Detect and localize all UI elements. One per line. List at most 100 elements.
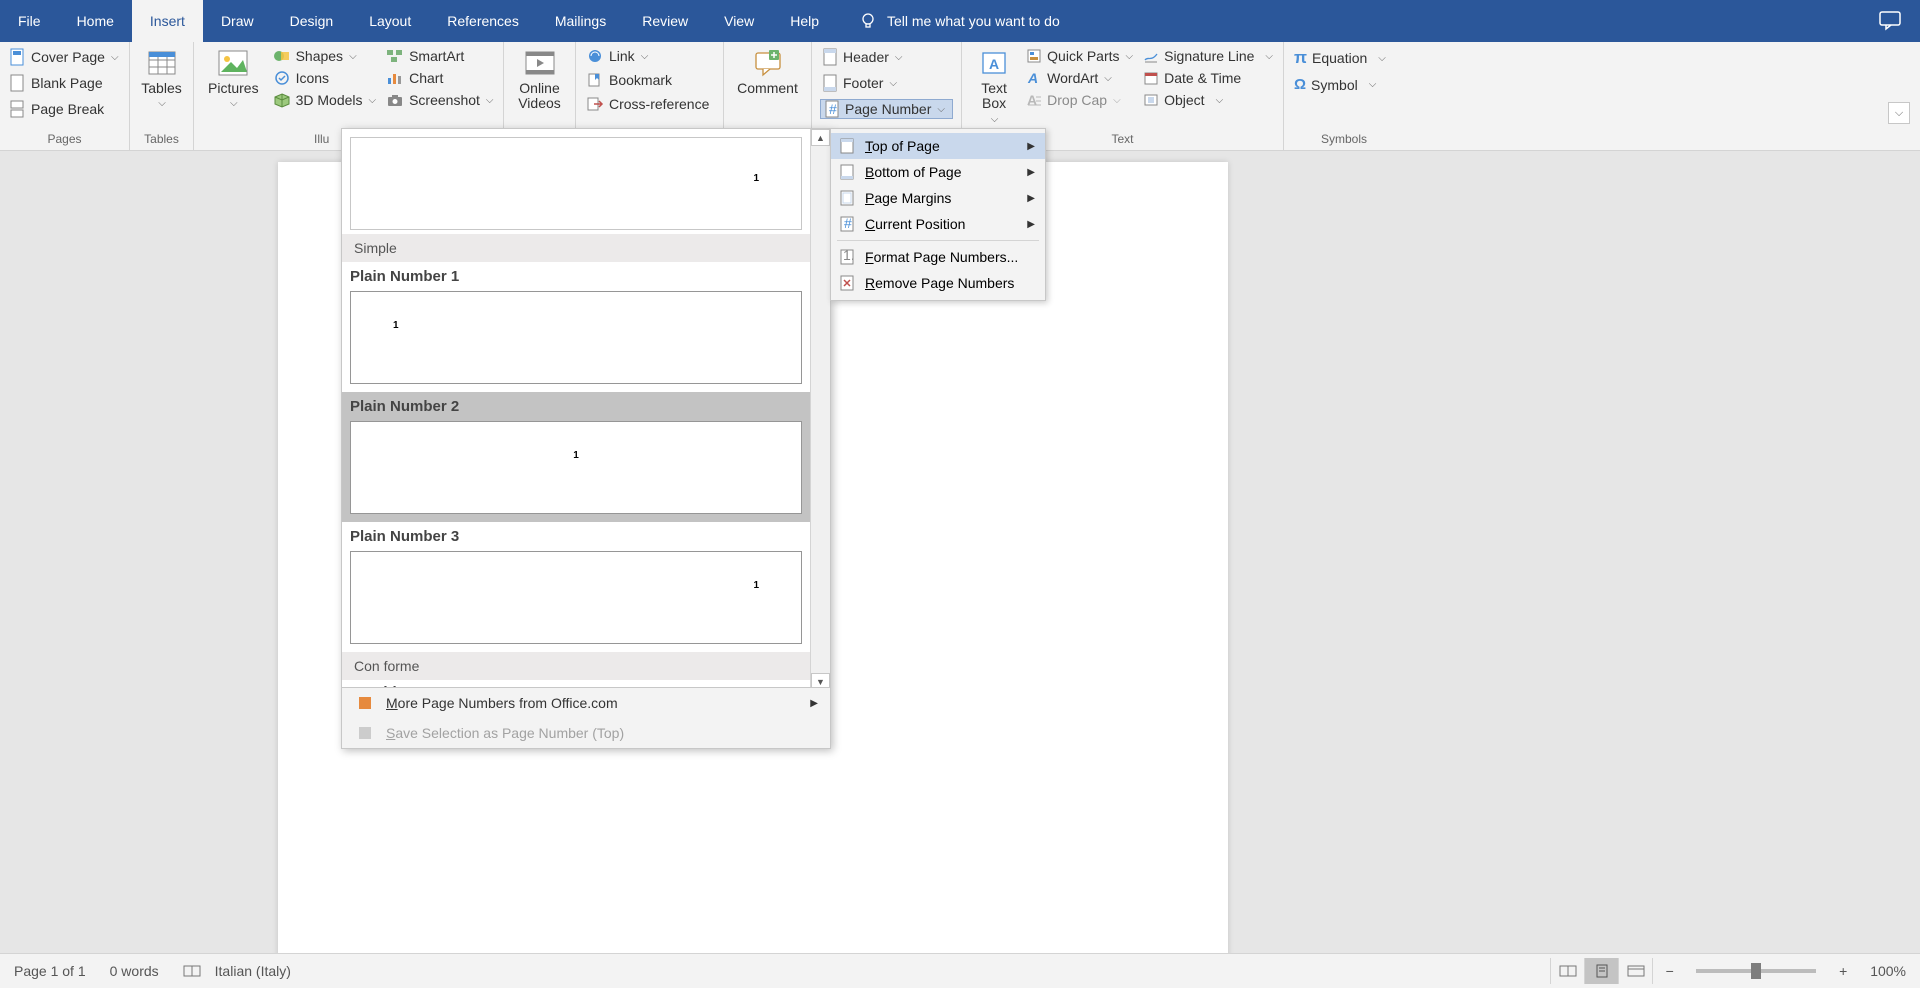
wordart-button[interactable]: AWordArt⌵ [1024, 69, 1135, 87]
pi-icon: π [1294, 48, 1307, 68]
tab-review[interactable]: Review [624, 0, 706, 42]
online-videos-button[interactable]: Online Videos [512, 47, 567, 112]
chevron-down-icon: ⌵ [895, 52, 903, 63]
camera-icon [386, 92, 404, 108]
gallery-item-plain-2[interactable]: Plain Number 2 1 [342, 392, 810, 522]
tab-help[interactable]: Help [772, 0, 837, 42]
group-pages: Cover Page⌵ Blank Page Page Break Pages [0, 42, 130, 151]
comment-button[interactable]: Comment [731, 47, 804, 96]
comments-icon[interactable] [1878, 9, 1902, 31]
pictures-button[interactable]: Pictures⌵ [202, 47, 265, 109]
tab-layout[interactable]: Layout [351, 0, 429, 42]
page-number-button[interactable]: #Page Number⌵ [820, 99, 953, 119]
gallery-item-plain-3[interactable]: Plain Number 3 1 [342, 522, 810, 652]
cross-reference-button[interactable]: Cross-reference [584, 95, 711, 113]
tab-design[interactable]: Design [272, 0, 352, 42]
icons-icon [273, 70, 291, 86]
chevron-down-icon: ⌵ [111, 52, 119, 63]
screenshot-label: Screenshot [409, 92, 480, 108]
bookmark-button[interactable]: Bookmark [584, 71, 711, 89]
zoom-slider[interactable] [1696, 969, 1816, 973]
status-words[interactable]: 0 words [110, 963, 159, 979]
tab-mailings[interactable]: Mailings [537, 0, 624, 42]
menu-format-label: Format Page Numbers... [865, 249, 1018, 265]
cube-icon [273, 92, 291, 108]
menu-format-page-numbers[interactable]: 1. Format Page Numbers... [831, 244, 1045, 270]
menu-remove-label: Remove Page Numbers [865, 275, 1014, 291]
tab-file[interactable]: File [0, 0, 59, 42]
page-number-icon: # [824, 100, 840, 118]
page-break-icon [10, 100, 26, 118]
cover-page-label: Cover Page [31, 49, 105, 65]
zoom-in-button[interactable]: + [1826, 958, 1860, 984]
wordart-label: WordArt [1047, 70, 1098, 86]
gallery-item-plain-1[interactable]: Plain Number 1 1 [342, 262, 810, 392]
cover-page-button[interactable]: Cover Page ⌵ [8, 47, 121, 67]
tell-me-search[interactable]: Tell me what you want to do [859, 12, 1060, 30]
object-button[interactable]: Object⌵ [1141, 91, 1275, 109]
tab-draw[interactable]: Draw [203, 0, 272, 42]
text-box-label: Text Box [976, 81, 1012, 112]
tab-home[interactable]: Home [59, 0, 132, 42]
gallery-item-cerchio[interactable]: Cerchio [342, 680, 810, 687]
gallery-more-from-office[interactable]: More Page Numbers from Office.com ▶ [342, 688, 830, 718]
shapes-button[interactable]: Shapes⌵ [271, 47, 379, 65]
equation-button[interactable]: πEquation⌵ [1292, 47, 1388, 69]
text-box-button[interactable]: A Text Box⌵ [970, 47, 1018, 125]
menu-current-position[interactable]: # Current Position ▶ [831, 211, 1045, 237]
gallery-scrollbar[interactable]: ▲ ▼ [810, 129, 830, 687]
page-break-button[interactable]: Page Break [8, 99, 121, 119]
scroll-down-button[interactable]: ▼ [811, 673, 830, 687]
symbol-button[interactable]: ΩSymbol⌵ [1292, 75, 1388, 94]
menu-bottom-of-page[interactable]: Bottom of Page ▶ [831, 159, 1045, 185]
link-button[interactable]: Link⌵ [584, 47, 711, 65]
gallery-preview: 1 [350, 421, 802, 514]
chevron-down-icon: ⌵ [991, 114, 999, 125]
gallery-more-label: More Page Numbers from Office.com [386, 695, 618, 711]
footer-button[interactable]: Footer⌵ [820, 73, 953, 93]
zoom-thumb[interactable] [1751, 963, 1761, 979]
menu-remove-page-numbers[interactable]: Remove Page Numbers [831, 270, 1045, 296]
icons-button[interactable]: Icons [271, 69, 379, 87]
chart-button[interactable]: Chart [384, 69, 495, 87]
chevron-down-icon: ⌵ [889, 78, 897, 89]
zoom-out-button[interactable]: − [1652, 958, 1686, 984]
screenshot-button[interactable]: Screenshot⌵ [384, 91, 495, 109]
smartart-button[interactable]: SmartArt [384, 47, 495, 65]
menu-page-margins[interactable]: Page Margins ▶ [831, 185, 1045, 211]
svg-text:#: # [829, 101, 837, 117]
book-icon[interactable] [183, 964, 201, 978]
gallery-preview-current[interactable]: 1 [350, 137, 802, 230]
drop-cap-button[interactable]: ADrop Cap⌵ [1024, 91, 1135, 109]
gallery-preview: 1 [350, 551, 802, 644]
tables-button[interactable]: Tables⌵ [135, 47, 187, 109]
ribbon-expand-button[interactable]: ⌵ [1888, 102, 1910, 124]
lightbulb-icon [859, 12, 877, 30]
view-read-mode[interactable] [1550, 958, 1584, 984]
scroll-up-button[interactable]: ▲ [811, 129, 830, 146]
tab-insert[interactable]: Insert [132, 0, 203, 42]
blank-page-icon [10, 74, 26, 92]
view-web-layout[interactable] [1618, 958, 1652, 984]
tab-view[interactable]: View [706, 0, 772, 42]
header-button[interactable]: Header⌵ [820, 47, 953, 67]
date-time-button[interactable]: Date & Time [1141, 69, 1275, 87]
quick-parts-button[interactable]: Quick Parts⌵ [1024, 47, 1135, 65]
blank-page-button[interactable]: Blank Page [8, 73, 121, 93]
3d-models-label: 3D Models [296, 92, 363, 108]
status-page[interactable]: Page 1 of 1 [14, 963, 86, 979]
page-break-label: Page Break [31, 101, 104, 117]
gallery-section-simple: Simple [342, 234, 810, 262]
3d-models-button[interactable]: 3D Models⌵ [271, 91, 379, 109]
tab-references[interactable]: References [429, 0, 537, 42]
menu-top-of-page[interactable]: Top of Page ▶ [831, 133, 1045, 159]
group-tables: Tables⌵ Tables [130, 42, 194, 151]
signature-line-button[interactable]: Signature Line⌵ [1141, 47, 1275, 65]
view-print-layout[interactable] [1584, 958, 1618, 984]
menu-top-label: Top of Page [865, 138, 940, 154]
chevron-down-icon: ⌵ [1369, 79, 1377, 90]
chevron-right-icon: ▶ [1027, 219, 1035, 230]
zoom-level[interactable]: 100% [1870, 963, 1906, 979]
status-language[interactable]: Italian (Italy) [215, 963, 291, 979]
equation-label: Equation [1312, 50, 1367, 66]
